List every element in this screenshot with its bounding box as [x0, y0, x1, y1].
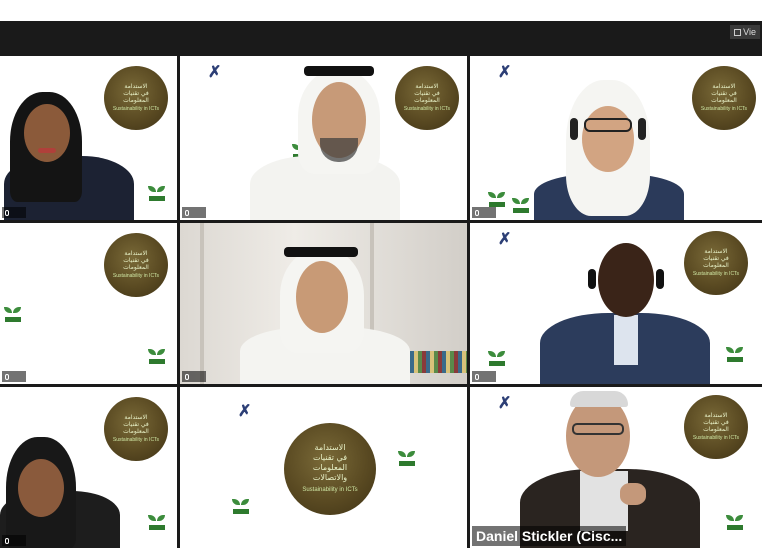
participant-name-label	[2, 207, 26, 218]
participant-video	[470, 223, 762, 384]
leaf-logo-icon	[398, 451, 416, 467]
mic-icon	[475, 209, 479, 216]
participant-video	[180, 223, 467, 384]
mic-icon	[185, 373, 189, 380]
participant-name-label: Daniel Stickler (Cisc...	[472, 526, 627, 546]
meeting-top-bar: Vie	[0, 21, 762, 54]
participant-name-label	[472, 371, 496, 382]
sustainability-badge: الاستدامة في تقنيات المعلومات Sustainabi…	[104, 233, 168, 297]
mic-icon	[5, 537, 9, 544]
mic-icon	[475, 373, 479, 380]
video-tile-p4[interactable]: الاستدامة في تقنيات المعلومات Sustainabi…	[0, 223, 177, 384]
leaf-logo-icon	[4, 307, 22, 323]
video-tile-p8[interactable]: ✗ الاستدامة في تقنيات المعلومات والاتصال…	[180, 387, 467, 548]
sustainability-badge: الاستدامة في تقنيات المعلومات والاتصالات…	[284, 423, 376, 515]
participant-video	[470, 387, 762, 548]
participant-name-label	[182, 207, 206, 218]
view-button-label: Vie	[743, 27, 756, 37]
hand	[620, 483, 646, 505]
participant-video	[0, 56, 177, 220]
badge-arabic-line: المعلومات	[123, 264, 149, 271]
organization-logo: ✗	[220, 401, 278, 431]
mic-icon	[185, 209, 189, 216]
leaf-logo-icon	[232, 499, 250, 515]
badge-arabic-line: في تقنيات	[123, 257, 149, 264]
badge-english-text: Sustainability in ICTs	[302, 487, 358, 493]
badge-arabic-line: المعلومات	[312, 463, 348, 472]
participant-video	[180, 56, 467, 220]
participant-name-label	[472, 207, 496, 218]
leaf-logo-icon	[148, 349, 166, 365]
participant-name-label	[2, 371, 26, 382]
video-tile-p9[interactable]: ✗ الاستدامة في تقنيات المعلومات Sustaina…	[470, 387, 762, 548]
badge-arabic-line: والاتصالات	[312, 473, 348, 482]
video-tile-p2[interactable]: ✗ الاستدامة في تقنيات المعلومات Sustaina…	[180, 56, 467, 220]
participant-name-label	[182, 371, 206, 382]
x-logo-icon: ✗	[238, 403, 252, 420]
video-tile-p3[interactable]: ✗ الاستدامة في تقنيات المعلومات Sustaina…	[470, 56, 762, 220]
participant-video	[470, 56, 762, 220]
mic-icon	[5, 209, 9, 216]
mic-icon	[5, 373, 9, 380]
video-tile-p1[interactable]: الاستدامة في تقنيات المعلومات Sustainabi…	[0, 56, 177, 220]
badge-english-text: Sustainability in ICTs	[112, 273, 160, 279]
badge-arabic-line: في تقنيات	[312, 453, 348, 462]
badge-arabic-line: الاستدامة	[124, 250, 148, 257]
video-gallery-grid: الاستدامة في تقنيات المعلومات Sustainabi…	[0, 54, 762, 548]
grid-view-icon	[734, 28, 742, 36]
video-tile-p7[interactable]: الاستدامة في تقنيات المعلومات Sustainabi…	[0, 387, 177, 548]
view-button[interactable]: Vie	[730, 25, 760, 39]
video-tile-p5[interactable]	[180, 223, 467, 384]
participant-video	[0, 387, 177, 548]
badge-arabic-line: الاستدامة	[314, 443, 346, 452]
participant-name-label	[2, 535, 26, 546]
shirt	[614, 315, 638, 365]
video-tile-p6[interactable]: ✗ الاستدامة في تقنيات المعلومات Sustaina…	[470, 223, 762, 384]
